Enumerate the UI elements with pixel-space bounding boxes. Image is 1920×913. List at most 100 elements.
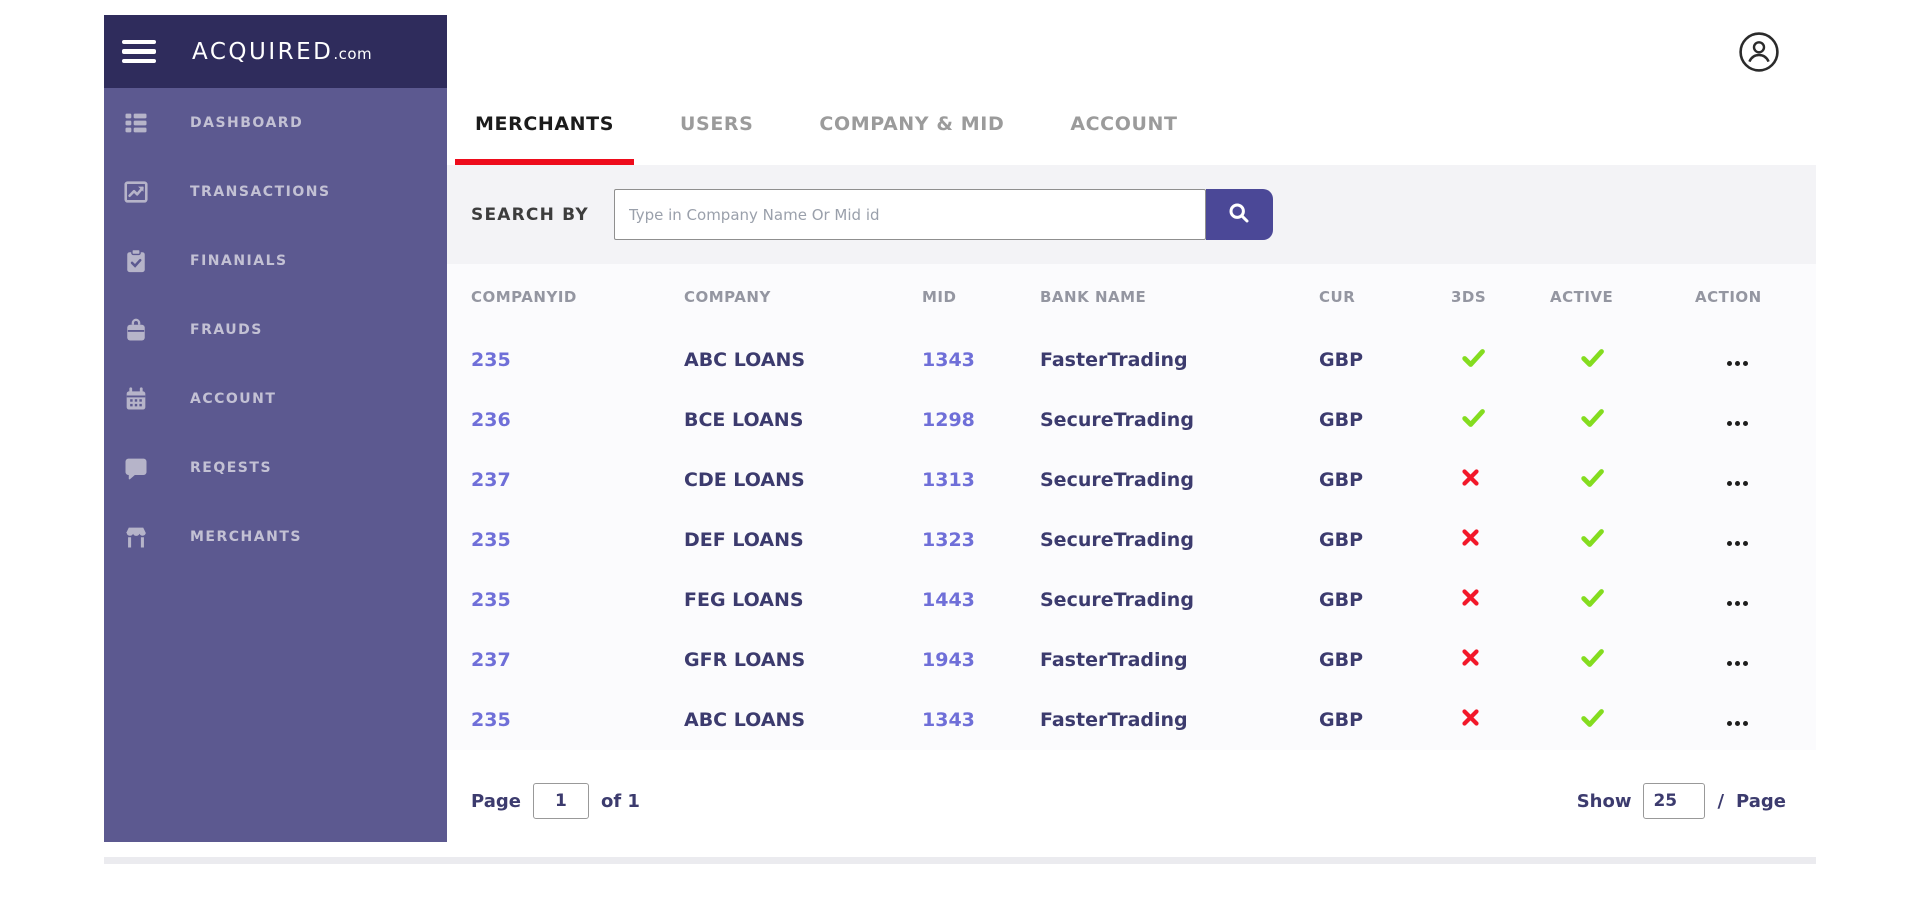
cell-companyid[interactable]: 235 xyxy=(471,349,684,371)
cell-bank-name: FasterTrading xyxy=(1040,349,1188,371)
sidebar-item-label: FINANIALS xyxy=(190,252,288,269)
cell-company: GFR LOANS xyxy=(684,649,806,671)
sidebar-item-frauds[interactable]: FRAUDS xyxy=(104,295,447,364)
sidebar-item-label: ACCOUNT xyxy=(190,390,277,407)
row-actions-button[interactable] xyxy=(1723,715,1752,732)
user-profile-icon[interactable] xyxy=(1738,31,1780,73)
brand-suffix: .com xyxy=(333,44,373,63)
check-icon xyxy=(1580,467,1605,489)
search-input[interactable] xyxy=(613,189,1206,240)
sidebar-item-transactions[interactable]: TRANSACTIONS xyxy=(104,157,447,226)
cell-bank-name: SecureTrading xyxy=(1040,589,1194,611)
briefcase-icon xyxy=(122,316,150,344)
table-row: 235 ABC LOANS 1343 FasterTrading GBP xyxy=(471,690,1816,750)
hamburger-menu-icon[interactable] xyxy=(122,39,156,64)
cell-companyid[interactable]: 235 xyxy=(471,529,684,551)
sidebar: ACQUIRED.com DASHBOARD TRANSACTIONS FINA… xyxy=(104,15,447,842)
per-page-label: Page xyxy=(1736,790,1786,812)
tab-account[interactable]: ACCOUNT xyxy=(1050,88,1197,165)
column-header-cur: CUR xyxy=(1319,288,1356,306)
page-navigator: Page of 1 xyxy=(471,783,640,819)
row-actions-button[interactable] xyxy=(1723,655,1752,672)
cell-company: BCE LOANS xyxy=(684,409,804,431)
check-icon xyxy=(1580,527,1605,549)
cell-company: DEF LOANS xyxy=(684,529,804,551)
row-actions-button[interactable] xyxy=(1723,355,1752,372)
sidebar-item-dashboard[interactable]: DASHBOARD xyxy=(104,88,447,157)
cell-mid[interactable]: 1343 xyxy=(922,349,1040,371)
pagination-bar: Page of 1 Show / Page xyxy=(447,772,1816,830)
sidebar-item-merchants[interactable]: MERCHANTS xyxy=(104,502,447,571)
tab-merchants[interactable]: MERCHANTS xyxy=(455,88,635,165)
column-header-action: ACTION xyxy=(1695,288,1762,306)
sidebar-item-label: TRANSACTIONS xyxy=(190,183,331,200)
check-icon xyxy=(1461,347,1486,369)
cell-mid[interactable]: 1943 xyxy=(922,649,1040,671)
sidebar-header: ACQUIRED.com xyxy=(104,15,447,88)
ellipsis-icon xyxy=(1727,600,1748,606)
table-header-row: COMPANYID COMPANY MID BANK NAME CUR 3DS ACTIVE… xyxy=(471,264,1816,330)
row-actions-button[interactable] xyxy=(1723,535,1752,552)
cell-companyid[interactable]: 237 xyxy=(471,649,684,671)
cell-mid[interactable]: 1343 xyxy=(922,709,1040,731)
brand-name: ACQUIRED xyxy=(192,38,334,65)
column-header-companyid: COMPANYID xyxy=(471,288,577,306)
cell-companyid[interactable]: 235 xyxy=(471,589,684,611)
cell-cur: GBP xyxy=(1319,469,1364,491)
page-number-input[interactable] xyxy=(532,783,589,819)
cell-mid[interactable]: 1313 xyxy=(922,469,1040,491)
chat-bubble-icon xyxy=(122,454,150,482)
sidebar-item-finanials[interactable]: FINANIALS xyxy=(104,226,447,295)
cross-icon xyxy=(1461,528,1480,547)
cell-bank-name: FasterTrading xyxy=(1040,709,1188,731)
cross-icon xyxy=(1461,648,1480,667)
cross-icon xyxy=(1461,708,1480,727)
cell-company: ABC LOANS xyxy=(684,709,806,731)
merchants-table: COMPANYID COMPANY MID BANK NAME CUR 3DS ACTIVE… xyxy=(447,264,1816,750)
table-row: 236 BCE LOANS 1298 SecureTrading GBP xyxy=(471,390,1816,450)
row-actions-button[interactable] xyxy=(1723,595,1752,612)
row-actions-button[interactable] xyxy=(1723,415,1752,432)
tab-company-mid[interactable]: COMPANY & MID xyxy=(799,88,1024,165)
cell-company: FEG LOANS xyxy=(684,589,804,611)
cross-icon xyxy=(1461,468,1480,487)
cell-companyid[interactable]: 236 xyxy=(471,409,684,431)
column-header-active: ACTIVE xyxy=(1550,288,1614,306)
sidebar-item-reqests[interactable]: REQESTS xyxy=(104,433,447,502)
check-icon xyxy=(1461,407,1486,429)
topbar xyxy=(447,15,1816,88)
cell-bank-name: SecureTrading xyxy=(1040,409,1194,431)
calendar-icon xyxy=(122,385,150,413)
search-section: SEARCH BY xyxy=(447,165,1816,264)
column-header-company: COMPANY xyxy=(684,288,771,306)
cell-mid[interactable]: 1298 xyxy=(922,409,1040,431)
column-header-bank-name: BANK NAME xyxy=(1040,288,1147,306)
check-icon xyxy=(1580,587,1605,609)
row-actions-button[interactable] xyxy=(1723,475,1752,492)
cell-cur: GBP xyxy=(1319,709,1364,731)
cell-company: CDE LOANS xyxy=(684,469,805,491)
ellipsis-icon xyxy=(1727,420,1748,426)
sidebar-item-label: DASHBOARD xyxy=(190,114,304,131)
sidebar-item-account[interactable]: ACCOUNT xyxy=(104,364,447,433)
cell-cur: GBP xyxy=(1319,349,1364,371)
cell-companyid[interactable]: 235 xyxy=(471,709,684,731)
main-content: MERCHANTS USERS COMPANY & MID ACCOUNT SEARC… xyxy=(447,15,1816,842)
storefront-icon xyxy=(122,523,150,551)
ellipsis-icon xyxy=(1727,360,1748,366)
cell-mid[interactable]: 1443 xyxy=(922,589,1040,611)
cell-companyid[interactable]: 237 xyxy=(471,469,684,491)
table-row: 235 FEG LOANS 1443 SecureTrading GBP xyxy=(471,570,1816,630)
cell-mid[interactable]: 1323 xyxy=(922,529,1040,551)
tab-users[interactable]: USERS xyxy=(660,88,773,165)
bottom-divider xyxy=(104,857,1816,864)
cell-cur: GBP xyxy=(1319,589,1364,611)
table-row: 235 DEF LOANS 1323 SecureTrading GBP xyxy=(471,510,1816,570)
table-row: 235 ABC LOANS 1343 FasterTrading GBP xyxy=(471,330,1816,390)
rows-per-page-input[interactable] xyxy=(1643,783,1706,819)
ellipsis-icon xyxy=(1727,540,1748,546)
search-button[interactable] xyxy=(1205,189,1273,240)
cell-bank-name: SecureTrading xyxy=(1040,529,1194,551)
dashboard-icon xyxy=(122,109,150,137)
brand-logo: ACQUIRED.com xyxy=(192,39,372,65)
